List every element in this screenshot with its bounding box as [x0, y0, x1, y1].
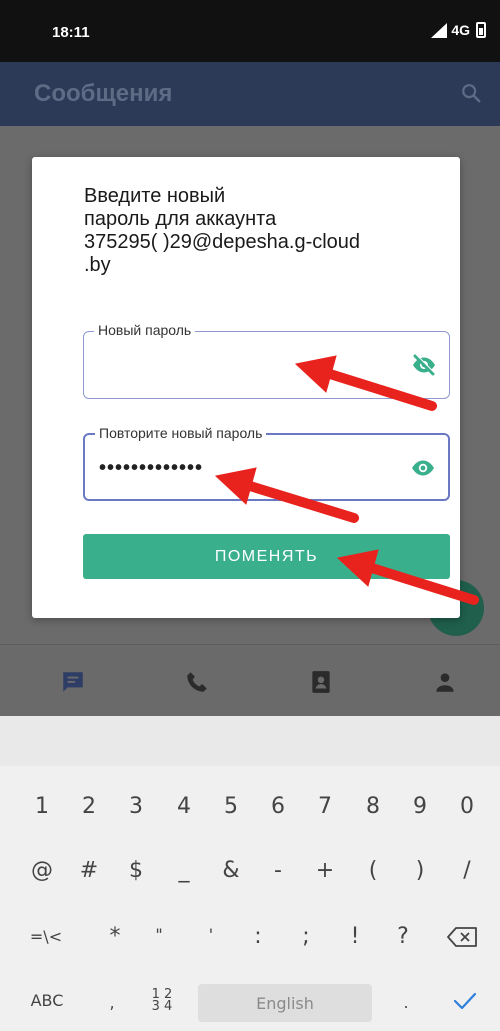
key-comma[interactable]: ,	[100, 982, 124, 1022]
key-question[interactable]: ?	[385, 916, 421, 956]
app-title: Сообщения	[34, 80, 173, 107]
network-type: 4G	[451, 22, 470, 38]
eye-icon[interactable]	[410, 457, 436, 479]
key-asterisk[interactable]: *	[97, 916, 133, 956]
repeat-password-value: •••••••••••••	[99, 457, 204, 479]
key-6[interactable]: 6	[260, 786, 296, 826]
app-bar: Сообщения	[0, 62, 500, 126]
key-semicolon[interactable]: ;	[288, 916, 324, 956]
key-plus[interactable]: +	[307, 850, 343, 890]
space-key[interactable]: English	[198, 984, 372, 1022]
key-close-paren[interactable]: )	[402, 850, 438, 890]
change-password-dialog: Введите новый пароль для аккаунта 375295…	[32, 157, 460, 618]
key-single-quote[interactable]: '	[193, 914, 229, 954]
key-colon[interactable]: :	[240, 916, 276, 956]
repeat-password-field[interactable]: Повторите новый пароль •••••••••••••	[83, 425, 450, 501]
status-bar: 18:11 4G	[0, 0, 500, 62]
key-period[interactable]: .	[394, 982, 418, 1022]
key-at[interactable]: @	[24, 850, 60, 890]
keyboard-suggestion-strip	[0, 716, 500, 766]
new-password-field[interactable]: Новый пароль	[83, 322, 450, 399]
key-double-quote[interactable]: "	[141, 914, 177, 954]
key-8[interactable]: 8	[355, 786, 391, 826]
key-1[interactable]: 1	[24, 786, 60, 826]
key-5[interactable]: 5	[213, 786, 249, 826]
change-password-button[interactable]: ПОМЕНЯТЬ	[83, 534, 450, 579]
chat-icon[interactable]	[60, 669, 86, 695]
status-time: 18:11	[52, 24, 90, 41]
key-ampersand[interactable]: &	[213, 850, 249, 890]
dialog-message: Введите новый пароль для аккаунта 375295…	[84, 185, 361, 276]
key-7[interactable]: 7	[307, 786, 343, 826]
bottom-nav	[0, 644, 500, 716]
search-icon[interactable]	[460, 82, 482, 104]
battery-icon	[476, 22, 486, 38]
eye-off-icon[interactable]	[411, 354, 437, 376]
backspace-icon[interactable]	[446, 925, 480, 949]
person-icon[interactable]	[432, 669, 458, 695]
key-minus[interactable]: -	[260, 850, 296, 890]
key-4[interactable]: 4	[166, 786, 202, 826]
key-more-symbols[interactable]: =\<	[20, 916, 72, 956]
key-2[interactable]: 2	[71, 786, 107, 826]
key-underscore[interactable]: _	[166, 850, 202, 890]
phone-icon[interactable]	[184, 669, 210, 695]
new-password-label: Новый пароль	[94, 322, 196, 338]
contacts-icon[interactable]	[308, 669, 334, 695]
key-exclamation[interactable]: !	[337, 916, 373, 956]
key-dollar[interactable]: $	[118, 850, 154, 890]
key-3[interactable]: 3	[118, 786, 154, 826]
status-indicators: 4G	[431, 22, 486, 38]
repeat-password-label: Повторите новый пароль	[95, 425, 267, 441]
key-open-paren[interactable]: (	[355, 850, 391, 890]
key-hash[interactable]: #	[71, 850, 107, 890]
key-0[interactable]: 0	[449, 786, 485, 826]
numpad-key[interactable]: 1 2 3 4	[142, 982, 182, 1020]
checkmark-icon[interactable]	[452, 990, 478, 1012]
abc-key[interactable]: ABC	[24, 980, 70, 1020]
keyboard: 1 2 3 4 5 6 7 8 9 0 @ # $ _ & - + ( ) / …	[0, 716, 500, 1031]
signal-icon	[431, 22, 448, 38]
key-slash[interactable]: /	[449, 850, 485, 890]
key-9[interactable]: 9	[402, 786, 438, 826]
